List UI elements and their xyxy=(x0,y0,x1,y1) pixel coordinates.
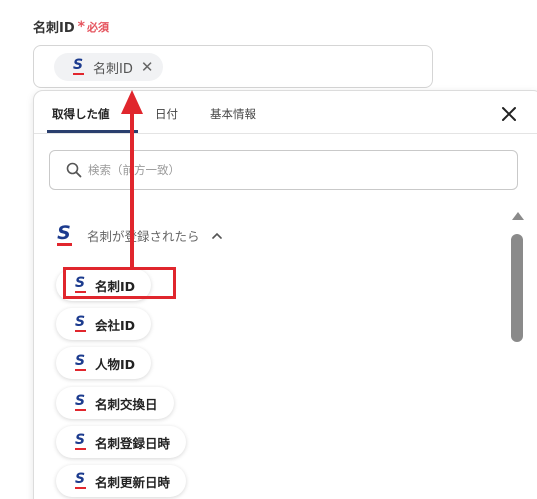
list-item-label: 名刺登録日時 xyxy=(95,435,171,451)
sansan-logo-icon: S xyxy=(74,393,86,411)
sansan-logo-icon: S xyxy=(74,471,86,489)
required-text: 必須 xyxy=(86,20,109,34)
list-item-label: 名刺交換日 xyxy=(95,396,158,412)
list-item[interactable]: S 名刺更新日時 xyxy=(56,465,187,497)
list-item-label: 会社ID xyxy=(95,317,136,333)
trigger-group-header[interactable]: S 名刺が登録されたら xyxy=(56,221,222,249)
field-label: 名刺ID * 必須 xyxy=(33,17,109,37)
sansan-logo-icon: S xyxy=(56,222,72,246)
tab-bar: 取得した値 日付 基本情報 xyxy=(34,91,537,134)
list-item[interactable]: S 名刺交換日 xyxy=(56,387,174,419)
search-icon xyxy=(66,162,82,178)
value-input-field[interactable]: S 名刺ID ✕ xyxy=(33,45,433,88)
list-item[interactable]: S 人物ID xyxy=(56,347,152,379)
active-tab-indicator xyxy=(47,130,138,133)
triangle-up-icon[interactable] xyxy=(511,211,525,221)
selected-value-chip[interactable]: S 名刺ID ✕ xyxy=(54,53,164,81)
tab-retrieved-values[interactable]: 取得した値 xyxy=(52,106,110,122)
sansan-logo-icon: S xyxy=(74,353,86,371)
list-item-label: 名刺更新日時 xyxy=(95,474,171,490)
list-item[interactable]: S 会社ID xyxy=(56,308,152,340)
annotation-highlight-box xyxy=(63,267,176,299)
search-placeholder: 検索（前方一致） xyxy=(88,163,180,177)
chevron-up-icon[interactable] xyxy=(211,232,222,239)
close-icon[interactable] xyxy=(499,104,519,124)
search-input[interactable]: 検索（前方一致） xyxy=(49,150,518,190)
annotation-arrow-shaft xyxy=(130,110,134,269)
scrollbar-thumb[interactable] xyxy=(511,234,523,342)
required-star: * xyxy=(77,18,85,35)
tab-basic-info[interactable]: 基本情報 xyxy=(210,106,256,122)
field-label-text: 名刺ID xyxy=(33,21,75,36)
chip-remove-icon[interactable]: ✕ xyxy=(141,59,154,75)
group-label: 名刺が登録されたら xyxy=(87,228,200,244)
sansan-logo-icon: S xyxy=(72,57,84,75)
annotation-arrow-head-icon xyxy=(121,90,143,114)
sansan-logo-icon: S xyxy=(74,314,86,332)
tab-date[interactable]: 日付 xyxy=(155,106,178,122)
sansan-logo-icon: S xyxy=(74,432,86,450)
chip-label: 名刺ID xyxy=(93,61,133,77)
list-item-label: 人物ID xyxy=(95,356,136,372)
list-item[interactable]: S 名刺登録日時 xyxy=(56,426,187,458)
